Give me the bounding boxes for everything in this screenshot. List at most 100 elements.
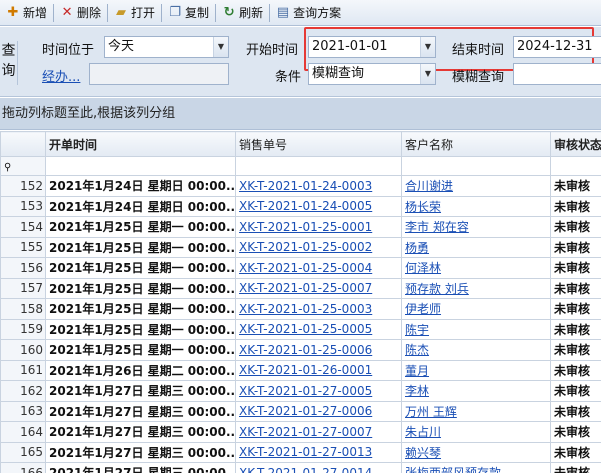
condition-select[interactable]: 模糊查询 ▼ (308, 63, 436, 85)
table-row[interactable]: 163 2021年1月27日 星期三 00:00... XK-T-2021-01-2… (0, 400, 601, 422)
sales-no-link[interactable]: XK-T-2021-01-25-0001 (239, 220, 372, 234)
column-header-order-time[interactable]: 开单时间 (45, 131, 236, 157)
table-row[interactable]: 159 2021年1月25日 星期一 00:00... XK-T-2021-01-2… (0, 318, 601, 340)
table-row[interactable]: 157 2021年1月25日 星期一 00:00... XK-T-2021-01-2… (0, 277, 601, 299)
toolbar-button-4[interactable]: ↻ 刷新 (218, 2, 267, 24)
toolbar-separator (53, 3, 55, 22)
status-cell: 未审核 (550, 441, 601, 463)
end-time-label: 结束时间 (452, 43, 505, 58)
status-cell: 未审核 (550, 318, 601, 340)
chevron-down-icon[interactable]: ▼ (420, 37, 435, 57)
fuzzy-query-input[interactable] (513, 63, 601, 85)
sales-no-cell: XK-T-2021-01-25-0001 (235, 216, 402, 238)
table-row[interactable]: 162 2021年1月27日 星期三 00:00... XK-T-2021-01-2… (0, 380, 601, 402)
sales-no-link[interactable]: XK-T-2021-01-27-0005 (239, 384, 372, 398)
end-time-input[interactable]: 2024-12-31 (513, 36, 601, 58)
delete-x-icon: ✕ (61, 5, 73, 20)
refresh-icon: ↻ (223, 5, 235, 20)
customer-link[interactable]: 李林 (405, 384, 429, 398)
sales-no-cell: XK-T-2021-01-27-0006 (235, 400, 402, 422)
start-time-input[interactable]: 2021-01-01 ▼ (308, 36, 436, 58)
customer-link[interactable]: 预存款 刘兵 (405, 282, 469, 296)
customer-link[interactable]: 陈宇 (405, 323, 429, 337)
customer-link[interactable]: 何泽林 (405, 261, 441, 275)
table-row[interactable]: 154 2021年1月25日 星期一 00:00... XK-T-2021-01-2… (0, 216, 601, 238)
sales-no-cell: XK-T-2021-01-27-0013 (235, 441, 402, 463)
customer-link[interactable]: 合川谢进 (405, 179, 453, 193)
column-header-sales-no[interactable]: 销售单号 (235, 131, 402, 157)
toolbar-button-1[interactable]: ✕ 删除 (56, 2, 105, 24)
sales-no-link[interactable]: XK-T-2021-01-25-0002 (239, 240, 372, 254)
column-header-customer[interactable]: 客户名称 (401, 131, 551, 157)
table-row[interactable]: 165 2021年1月27日 星期三 00:00... XK-T-2021-01-2… (0, 441, 601, 463)
table-row[interactable]: 164 2021年1月27日 星期三 00:00... XK-T-2021-01-2… (0, 421, 601, 443)
order-time-cell: 2021年1月24日 星期日 00:00... (45, 195, 236, 217)
column-header-status[interactable]: 审核状态 (550, 131, 601, 157)
sales-no-link[interactable]: XK-T-2021-01-24-0005 (239, 199, 372, 213)
customer-link[interactable]: 董月 (405, 364, 429, 378)
chevron-down-icon[interactable]: ▼ (420, 64, 435, 84)
end-time-value: 2024-12-31 (517, 39, 593, 54)
condition-label: 条件 (275, 70, 302, 85)
filter-cell[interactable] (401, 156, 551, 176)
query-panel: 查询 时间位于 今天 ▼ 经办... 开始时间 2021-01-01 ▼ 结束时… (0, 27, 601, 97)
customer-cell: 张梅西部风预存款 (401, 462, 551, 473)
toolbar-button-2[interactable]: ▰ 打开 (110, 2, 159, 24)
sales-no-link[interactable]: XK-T-2021-01-25-0003 (239, 302, 372, 316)
sales-no-link[interactable]: XK-T-2021-01-27-0014 (239, 466, 372, 473)
toolbar-button-0[interactable]: ✚ 新增 (2, 2, 51, 24)
customer-link[interactable]: 万州 王辉 (405, 405, 457, 419)
table-row[interactable]: 156 2021年1月25日 星期一 00:00... XK-T-2021-01-2… (0, 257, 601, 279)
filter-cell[interactable] (550, 156, 601, 176)
filter-cell[interactable] (235, 156, 402, 176)
customer-link[interactable]: 张梅西部风预存款 (405, 466, 501, 473)
start-time-value: 2021-01-01 (312, 39, 388, 54)
copy-icon: ❐ (169, 5, 181, 20)
customer-link[interactable]: 陈杰 (405, 343, 429, 357)
filter-cell[interactable] (45, 156, 236, 176)
sales-no-link[interactable]: XK-T-2021-01-27-0007 (239, 425, 372, 439)
toolbar: ✚ 新增 ✕ 删除 ▰ 打开 ❐ 复制 ↻ 刷新 ▤ 查询方案 (0, 0, 601, 26)
table-row[interactable]: 153 2021年1月24日 星期日 00:00... XK-T-2021-01-2… (0, 195, 601, 217)
sales-no-link[interactable]: XK-T-2021-01-25-0004 (239, 261, 372, 275)
order-time-cell: 2021年1月25日 星期一 00:00... (45, 339, 236, 361)
sales-table: 开单时间 销售单号 客户名称 审核状态 ⚲ 152 2021年1月24日 星期日 … (0, 131, 601, 473)
row-number: 152 (0, 175, 46, 197)
customer-cell: 合川谢进 (401, 175, 551, 197)
sales-no-link[interactable]: XK-T-2021-01-24-0003 (239, 179, 372, 193)
sales-no-link[interactable]: XK-T-2021-01-27-0013 (239, 445, 372, 459)
toolbar-button-3[interactable]: ❐ 复制 (164, 2, 213, 24)
time-range-select[interactable]: 今天 ▼ (104, 36, 229, 58)
toolbar-button-label: 刷新 (239, 6, 264, 20)
customer-link[interactable]: 杨长荣 (405, 200, 441, 214)
customer-link[interactable]: 朱占川 (405, 425, 441, 439)
table-row[interactable]: 160 2021年1月25日 星期一 00:00... XK-T-2021-01-2… (0, 339, 601, 361)
table-row[interactable]: 158 2021年1月25日 星期一 00:00... XK-T-2021-01-2… (0, 298, 601, 320)
toolbar-button-5[interactable]: ▤ 查询方案 (272, 2, 345, 24)
sales-no-link[interactable]: XK-T-2021-01-25-0007 (239, 281, 372, 295)
toolbar-separator (161, 3, 163, 22)
condition-value: 模糊查询 (312, 66, 365, 81)
customer-link[interactable]: 杨勇 (405, 241, 429, 255)
table-row[interactable]: 1662021年1月27日 星期三 00:00...XK-T-2021-01-2… (0, 462, 601, 473)
group-by-panel[interactable]: 拖动列标题至此,根据该列分组 (0, 98, 601, 130)
handler-link[interactable]: 经办... (42, 66, 80, 85)
sales-no-link[interactable]: XK-T-2021-01-26-0001 (239, 363, 372, 377)
sales-no-link[interactable]: XK-T-2021-01-25-0006 (239, 343, 372, 357)
chevron-down-icon[interactable]: ▼ (213, 37, 228, 57)
customer-link[interactable]: 李市 郑在容 (405, 220, 469, 234)
customer-link[interactable]: 赖兴琴 (405, 446, 441, 460)
table-row[interactable]: 152 2021年1月24日 星期日 00:00... XK-T-2021-01-2… (0, 175, 601, 197)
sales-no-cell: XK-T-2021-01-25-0004 (235, 257, 402, 279)
table-row[interactable]: 155 2021年1月25日 星期一 00:00... XK-T-2021-01-2… (0, 236, 601, 258)
customer-cell: 杨长荣 (401, 195, 551, 217)
customer-link[interactable]: 伊老师 (405, 302, 441, 316)
table-row[interactable]: 161 2021年1月26日 星期二 00:00... XK-T-2021-01-2… (0, 359, 601, 381)
status-cell: 未审核 (550, 359, 601, 381)
sales-no-link[interactable]: XK-T-2021-01-27-0006 (239, 404, 372, 418)
sales-no-cell: XK-T-2021-01-25-0007 (235, 277, 402, 299)
handler-field[interactable] (89, 63, 229, 85)
sales-no-link[interactable]: XK-T-2021-01-25-0005 (239, 322, 372, 336)
sales-no-cell: XK-T-2021-01-25-0005 (235, 318, 402, 340)
status-cell: 未审核 (550, 462, 601, 473)
